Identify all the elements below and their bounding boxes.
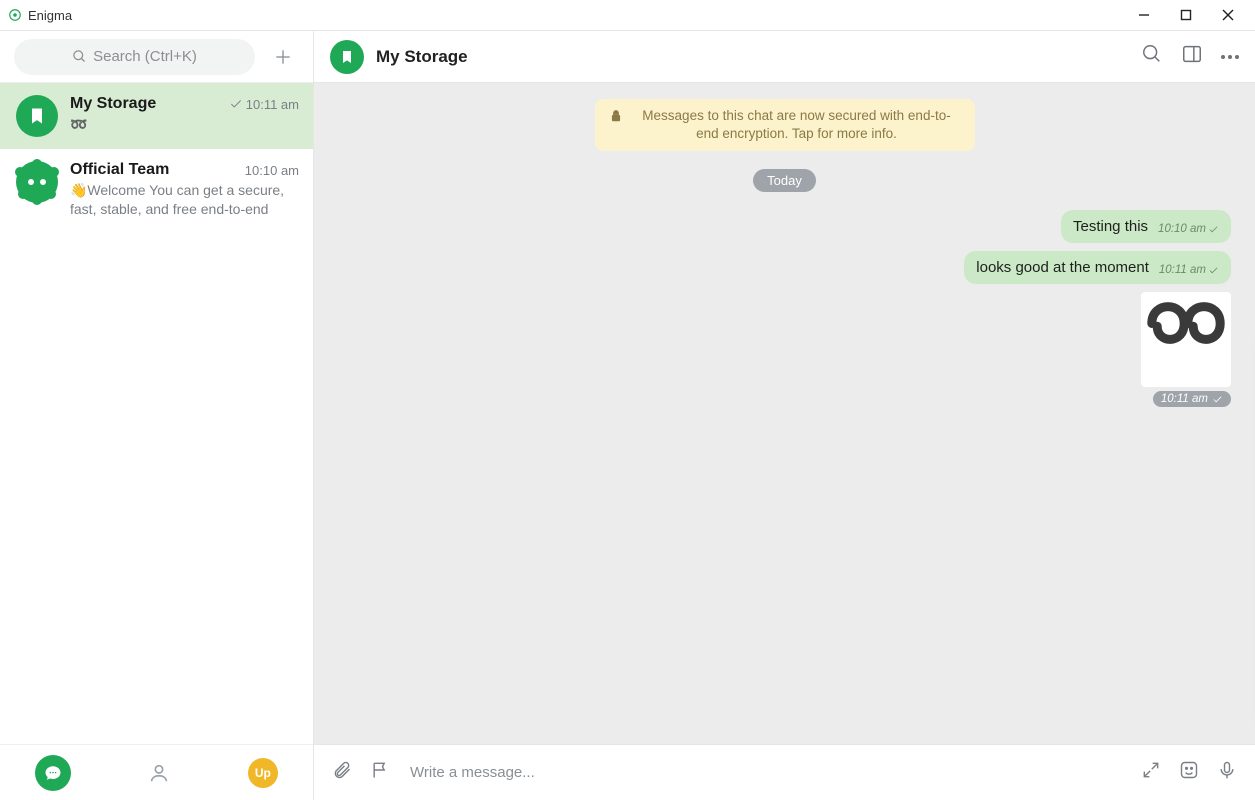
flag-icon — [370, 760, 390, 780]
new-chat-button[interactable] — [267, 41, 299, 73]
search-placeholder: Search (Ctrl+K) — [93, 48, 197, 65]
chat-list: My Storage 10:11 am ➿ Official Team — [0, 83, 313, 744]
chats-tab[interactable] — [35, 755, 71, 791]
team-icon — [16, 161, 58, 203]
bookmark-icon — [330, 40, 364, 74]
mic-icon — [1217, 760, 1237, 780]
plus-icon — [273, 47, 293, 67]
chat-pane: My Storage Messages to this chat are now… — [314, 31, 1255, 800]
contacts-tab[interactable] — [141, 755, 177, 791]
messages-area: Messages to this chat are now secured wi… — [314, 83, 1255, 744]
chat-preview: ➿ — [70, 115, 299, 134]
day-separator: Today — [753, 169, 816, 192]
smile-icon — [1179, 760, 1199, 780]
paperclip-icon — [332, 760, 352, 780]
minimize-button[interactable] — [1123, 1, 1165, 29]
more-button[interactable] — [1221, 55, 1239, 59]
message-time: 10:11 am — [1159, 264, 1206, 276]
voice-button[interactable] — [1217, 760, 1237, 785]
upgrade-label: Up — [255, 766, 271, 780]
person-icon — [148, 762, 170, 784]
chat-name: Official Team — [70, 161, 169, 179]
close-button[interactable] — [1207, 1, 1249, 29]
maximize-button[interactable] — [1165, 1, 1207, 29]
sidebar: Search (Ctrl+K) My Storage 10:11 am — [0, 31, 314, 800]
app-icon — [8, 8, 22, 22]
attach-button[interactable] — [332, 760, 352, 785]
message-text: looks good at the moment — [976, 259, 1149, 276]
panel-toggle-button[interactable] — [1181, 43, 1203, 70]
search-in-chat-button[interactable] — [1141, 43, 1163, 70]
image-message[interactable]: 10:11 am — [1141, 292, 1231, 407]
chat-item-my-storage[interactable]: My Storage 10:11 am ➿ — [0, 83, 313, 149]
search-icon — [1141, 43, 1163, 65]
chat-preview: 👋Welcome You can get a secure, fast, sta… — [70, 181, 299, 219]
message-time: 10:11 am — [1161, 393, 1208, 405]
chat-title: My Storage — [376, 47, 468, 67]
sidebar-nav: Up — [0, 744, 313, 800]
chat-header: My Storage — [314, 31, 1255, 83]
chat-time: 10:10 am — [245, 163, 299, 178]
chat-time: 10:11 am — [246, 97, 299, 112]
lock-icon — [609, 109, 623, 123]
message-bubble[interactable]: Testing this 10:10 am — [1061, 210, 1231, 243]
chat-bubble-icon — [44, 764, 62, 782]
expand-button[interactable] — [1141, 760, 1161, 785]
chat-item-official-team[interactable]: Official Team 10:10 am 👋Welcome You can … — [0, 149, 313, 231]
composer — [314, 744, 1255, 800]
bookmark-icon — [16, 95, 58, 137]
loops-image — [1141, 292, 1231, 387]
window-title: Enigma — [28, 8, 72, 23]
encryption-text: Messages to this chat are now secured wi… — [633, 107, 961, 143]
check-icon — [229, 97, 243, 111]
message-text: Testing this — [1073, 218, 1148, 235]
check-icon — [1208, 224, 1219, 235]
search-input[interactable]: Search (Ctrl+K) — [14, 39, 255, 75]
search-icon — [72, 49, 87, 64]
check-icon — [1208, 265, 1219, 276]
chat-name: My Storage — [70, 95, 156, 113]
message-input[interactable] — [408, 763, 1123, 782]
upgrade-badge[interactable]: Up — [248, 758, 278, 788]
emoji-button[interactable] — [1179, 760, 1199, 785]
expand-icon — [1141, 760, 1161, 780]
encryption-banner[interactable]: Messages to this chat are now secured wi… — [595, 99, 975, 151]
check-icon — [1212, 394, 1223, 405]
format-button[interactable] — [370, 760, 390, 785]
message-time: 10:10 am — [1158, 223, 1206, 235]
panel-icon — [1181, 43, 1203, 65]
window-titlebar: Enigma — [0, 0, 1255, 30]
message-bubble[interactable]: looks good at the moment 10:11 am — [964, 251, 1231, 284]
